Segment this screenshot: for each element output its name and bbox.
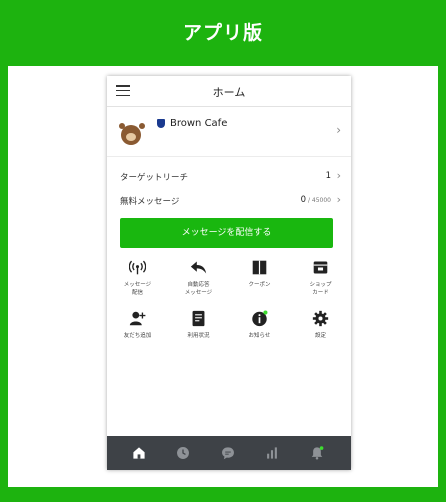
target-reach-row[interactable]: ターゲットリーチ 1 ›	[107, 164, 351, 188]
chevron-right-icon: ›	[336, 123, 341, 137]
target-reach-value: 1	[325, 171, 331, 181]
menu-item-settings[interactable]: 設定	[290, 310, 351, 360]
menu-label: お知らせ	[248, 333, 271, 339]
verified-shield-icon	[157, 119, 165, 128]
menu-item-broadcast[interactable]: メッセージ 配信	[107, 259, 168, 309]
coupon-icon	[252, 260, 267, 275]
target-reach-label: ターゲットリーチ	[120, 173, 189, 183]
chevron-right-icon: ›	[336, 169, 341, 182]
info-icon	[252, 310, 268, 327]
page-title: ホーム	[212, 86, 246, 99]
bell-icon[interactable]	[310, 446, 324, 460]
usage-icon	[192, 310, 205, 327]
menu-item-shop-card[interactable]: ショップ カード	[290, 259, 351, 309]
gear-icon	[312, 310, 329, 327]
menu-label: メッセージ 配信	[123, 282, 152, 296]
account-name: Brown Cafe	[170, 118, 228, 129]
bottom-nav	[107, 436, 351, 470]
menu-label: ショップ カード	[309, 282, 332, 296]
free-message-row[interactable]: 無料メッセージ 0 / 45000 ›	[107, 188, 351, 212]
menu-item-usage[interactable]: 利用状況	[168, 310, 229, 360]
menu-item-coupon[interactable]: クーポン	[229, 259, 290, 309]
chart-icon[interactable]	[265, 446, 279, 460]
menu-label: 自動応答 メッセージ	[184, 282, 213, 296]
account-subtitle	[157, 137, 159, 144]
free-message-label: 無料メッセージ	[120, 197, 180, 207]
menu-item-notice[interactable]: お知らせ	[229, 310, 290, 360]
add-friend-icon	[129, 311, 146, 326]
free-message-value: 0 / 45000	[300, 195, 331, 205]
banner-title: アプリ版	[182, 22, 263, 44]
clock-icon[interactable]	[176, 446, 190, 460]
account-row[interactable]: Brown Cafe ›	[107, 107, 351, 157]
menu-label: 利用状況	[187, 333, 210, 339]
menu-label: クーポン	[248, 282, 271, 288]
menu-item-add-friend[interactable]: 友だち追加	[107, 310, 168, 360]
top-bar: ホーム	[107, 76, 351, 107]
reply-arrow-icon	[190, 261, 207, 274]
menu-item-auto-reply[interactable]: 自動応答 メッセージ	[168, 259, 229, 309]
phone-screen: ホーム Brown Cafe › ターゲットリーチ 1 › 無料メッセージ 0 …	[107, 76, 351, 470]
menu-label: 設定	[314, 333, 326, 339]
chat-icon[interactable]	[221, 446, 235, 460]
menu-label: 友だち追加	[123, 333, 152, 339]
avatar	[119, 123, 141, 145]
broadcast-icon	[129, 260, 146, 275]
send-message-button[interactable]: メッセージを配信する	[120, 218, 333, 248]
home-icon[interactable]	[132, 446, 146, 460]
shop-card-icon	[313, 261, 328, 274]
chevron-right-icon: ›	[336, 193, 341, 206]
